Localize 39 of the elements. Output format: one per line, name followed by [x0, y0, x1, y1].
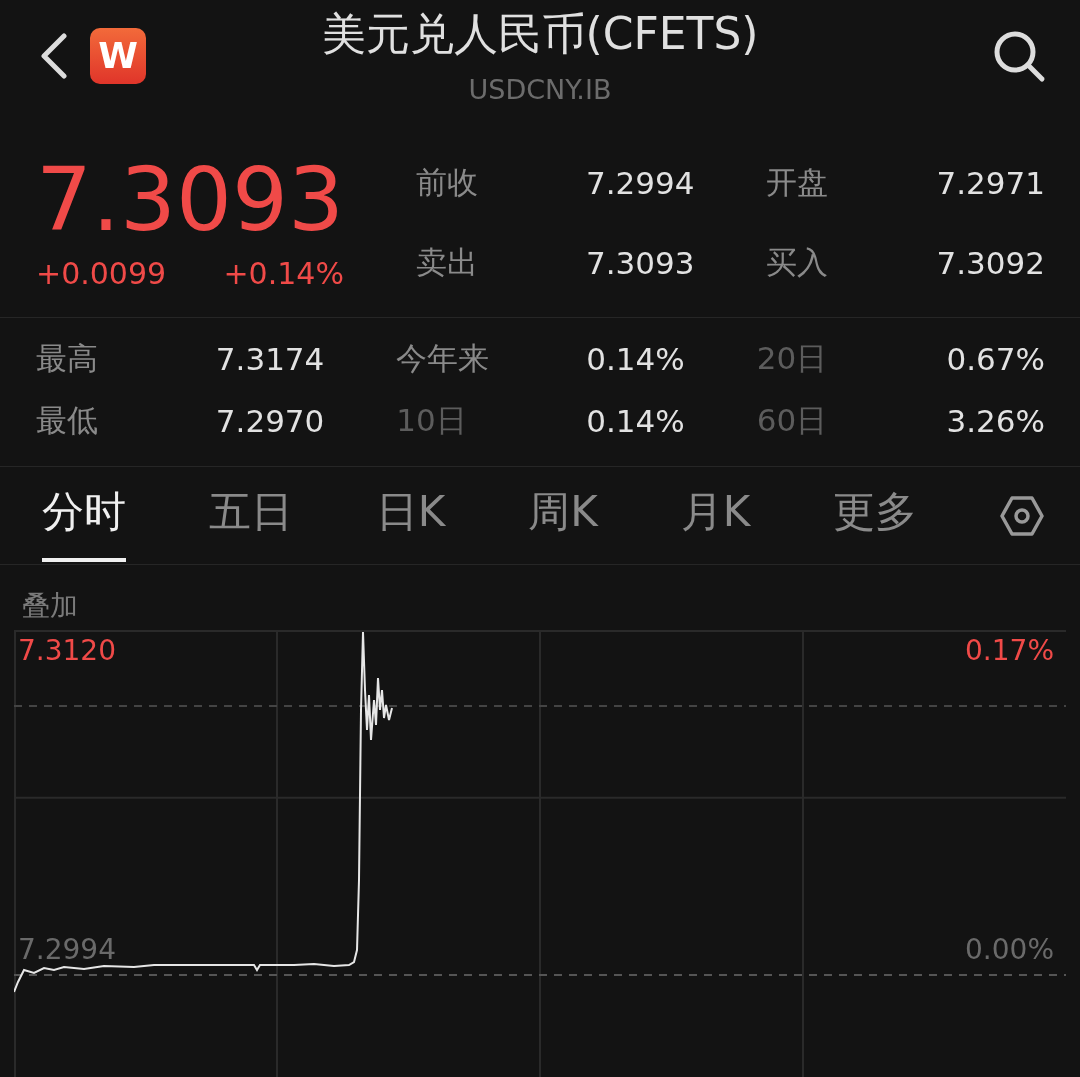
chart-tab[interactable]: 日K	[375, 469, 446, 562]
stat-value: 7.2970	[215, 403, 325, 440]
percent-label: 0.00%	[965, 933, 1054, 966]
axis-label: 7.2994	[18, 933, 116, 966]
stat-value: 0.67%	[946, 341, 1045, 378]
percent-change: +0.14%	[223, 255, 344, 291]
stat-value: 7.3174	[215, 341, 325, 378]
stat-label: 今年来	[396, 339, 490, 379]
stat-value: 7.3093	[585, 245, 695, 282]
stat-label: 20日	[756, 339, 828, 379]
stat-label: 最高	[36, 339, 98, 379]
chart-tab[interactable]: 五日	[208, 469, 293, 562]
chart-tab[interactable]: 更多	[833, 469, 918, 562]
price-change: +0.0099	[36, 255, 167, 291]
stat-value: 7.3092	[936, 245, 1045, 282]
axis-label: 7.3120	[18, 634, 116, 667]
settings-icon[interactable]	[1000, 493, 1044, 538]
app-logo: W	[90, 27, 146, 84]
stat-value: 7.2971	[936, 165, 1045, 202]
overlay-button[interactable]: 叠加	[22, 588, 78, 622]
chart-tab[interactable]: 周K	[528, 469, 598, 562]
stat-label: 卖出	[415, 243, 478, 283]
stat-label: 买入	[766, 243, 829, 283]
stat-label: 10日	[396, 401, 467, 441]
stat-value: 7.2994	[585, 165, 695, 202]
stat-label: 开盘	[766, 163, 829, 203]
percent-label: 0.17%	[965, 634, 1054, 667]
stat-value: 0.14%	[586, 341, 685, 378]
back-button[interactable]	[38, 32, 68, 79]
stat-label: 最低	[36, 401, 98, 441]
symbol-code: USDCNY.IB	[468, 73, 612, 105]
page-title: 美元兑人民币(CFETS)	[321, 6, 759, 61]
stat-value: 0.14%	[586, 403, 685, 440]
current-price: 7.3093	[36, 155, 344, 244]
stat-label: 60日	[756, 401, 828, 441]
chart-tab[interactable]: 分时	[42, 469, 126, 562]
chart-tab[interactable]: 月K	[680, 469, 751, 562]
stat-value: 3.26%	[946, 403, 1045, 440]
stat-label: 前收	[415, 163, 478, 203]
